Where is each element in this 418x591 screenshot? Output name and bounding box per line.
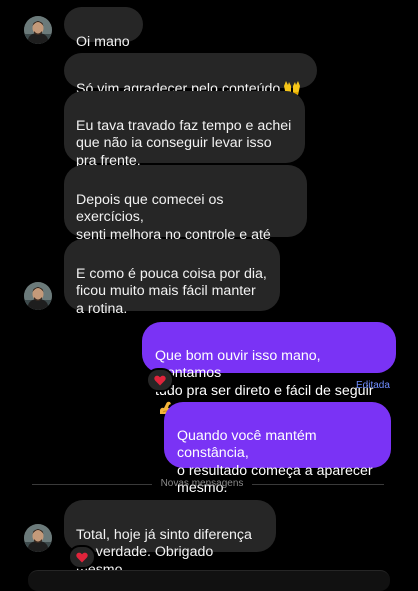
outgoing-message[interactable]: Quando você mantém constância, o resulta… <box>164 402 391 496</box>
incoming-message[interactable]: Eu tava travado faz tempo e achei que nã… <box>64 91 305 169</box>
incoming-message[interactable]: E como é pouca coisa por dia, ficou muit… <box>64 239 280 317</box>
person-photo-icon <box>24 16 52 44</box>
divider-line-right <box>252 484 384 485</box>
person-photo-icon <box>24 524 52 552</box>
heart-reaction[interactable] <box>68 545 96 569</box>
edited-label: Editada <box>356 380 390 391</box>
message-text: E como é pouca coisa por dia, ficou muit… <box>76 265 267 317</box>
incoming-message[interactable]: Oi mano <box>64 7 143 50</box>
outgoing-message[interactable]: Que bom ouvir isso mano, montamos tudo p… <box>142 322 396 414</box>
message-composer[interactable] <box>28 570 390 591</box>
red-heart-icon <box>76 552 88 562</box>
incoming-message[interactable]: Só vim agradecer pelo conteúdo <box>64 53 317 97</box>
new-messages-divider: Novas mensagens <box>160 478 244 489</box>
person-photo-icon <box>24 282 52 310</box>
contact-avatar[interactable] <box>24 16 52 44</box>
message-text: Que bom ouvir isso mano, montamos tudo p… <box>155 347 374 399</box>
divider-line-left <box>32 484 152 485</box>
incoming-message[interactable]: Depois que comecei os exercícios, senti … <box>64 165 307 260</box>
message-text: Oi mano <box>76 33 130 50</box>
contact-avatar[interactable] <box>24 524 52 552</box>
heart-reaction[interactable] <box>146 368 174 392</box>
red-heart-icon <box>154 375 166 385</box>
contact-avatar[interactable] <box>24 282 52 310</box>
incoming-message[interactable]: Total, hoje já sinto diferença de verdad… <box>64 500 276 578</box>
message-text: Eu tava travado faz tempo e achei que nã… <box>76 117 292 169</box>
